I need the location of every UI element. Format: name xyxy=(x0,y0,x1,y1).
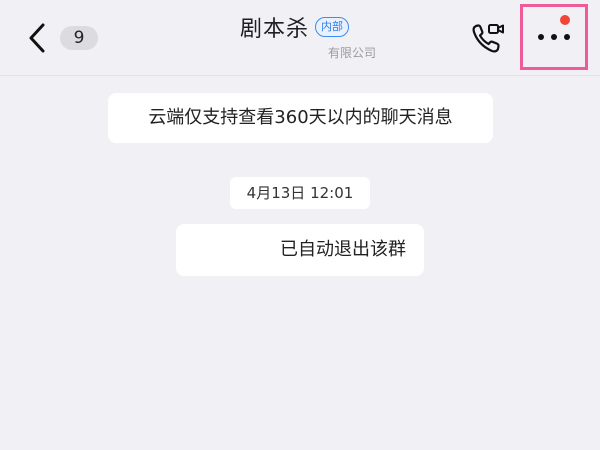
phone-video-icon xyxy=(472,24,504,53)
message-timestamp: 4月13日 12:01 xyxy=(230,177,370,209)
more-dots-icon xyxy=(564,34,570,40)
chat-title: 剧本杀 xyxy=(240,17,310,42)
history-limit-notice: 云端仅支持查看360天以内的聊天消息 xyxy=(108,93,493,143)
notification-dot xyxy=(560,15,570,25)
internal-tag: 内部 xyxy=(315,17,350,37)
chat-header: 9 剧本杀 内部 有限公司 xyxy=(0,0,600,76)
chat-subtitle: 有限公司 xyxy=(328,46,377,60)
call-button[interactable] xyxy=(470,22,506,56)
more-dots-icon xyxy=(538,34,544,40)
system-message: 已自动退出该群 xyxy=(176,224,424,276)
more-button[interactable] xyxy=(520,4,588,70)
chat-screen: 9 剧本杀 内部 有限公司 云端仅支持查看360天以内的聊天消息 4月13日 1… xyxy=(0,0,600,450)
unread-count-badge[interactable]: 9 xyxy=(60,26,98,50)
more-dots-icon xyxy=(551,34,557,40)
chat-title-group[interactable]: 剧本杀 内部 xyxy=(240,12,400,42)
chevron-left-icon xyxy=(29,23,45,53)
back-button[interactable] xyxy=(22,20,52,56)
